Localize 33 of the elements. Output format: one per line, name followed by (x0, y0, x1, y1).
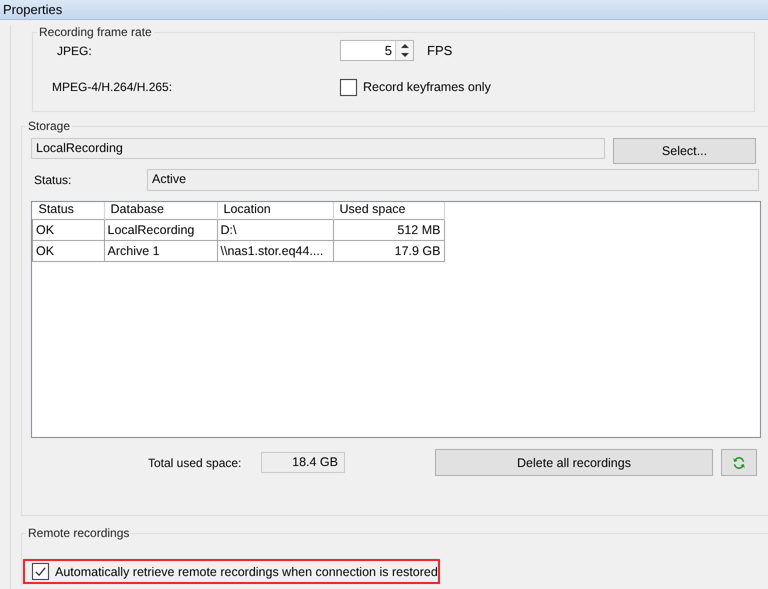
group-title: Storage (27, 119, 72, 133)
table-cell: \\nas1.stor.eq44.... (217, 240, 333, 262)
total-space-field: 18.4 GB (261, 452, 345, 473)
column-header[interactable]: Location (217, 202, 333, 220)
field-label: Status: (34, 173, 72, 187)
table-cell: 512 MB (333, 220, 444, 240)
column-header[interactable]: Used space (333, 202, 444, 220)
field-label: JPEG: (57, 44, 93, 58)
checkbox-label: Record keyframes only (363, 80, 491, 94)
group-title: Remote recordings (27, 526, 130, 540)
checkbox[interactable] (340, 78, 357, 96)
delete-button[interactable]: Delete all recordings (435, 449, 713, 476)
table-cell: OK (32, 220, 104, 240)
number-spinner[interactable]: 5 (340, 40, 414, 61)
storage-name-field: LocalRecording (31, 138, 605, 159)
column-header[interactable]: Status (32, 202, 104, 220)
field-label: MPEG-4/H.264/H.265: (52, 80, 174, 94)
refresh-icon (732, 456, 746, 470)
column-header[interactable]: Database (104, 202, 217, 220)
window-title: Properties (0, 0, 768, 20)
unit-label: FPS (427, 43, 452, 58)
table-cell: Archive 1 (104, 240, 217, 262)
table-cell: 17.9 GB (333, 240, 444, 262)
group-title: Recording frame rate (38, 25, 153, 39)
status-field: Active (147, 169, 759, 191)
checkbox[interactable] (32, 563, 49, 580)
table-cell: LocalRecording (104, 220, 217, 240)
checkbox-label: Automatically retrieve remote recordings when connection is restored (55, 564, 438, 578)
table-cell: D:\ (217, 220, 333, 240)
refresh-button[interactable] (721, 449, 757, 476)
table-cell: OK (32, 240, 104, 262)
select-button[interactable]: Select... (613, 138, 756, 164)
field-label: Total used space: (148, 456, 242, 470)
